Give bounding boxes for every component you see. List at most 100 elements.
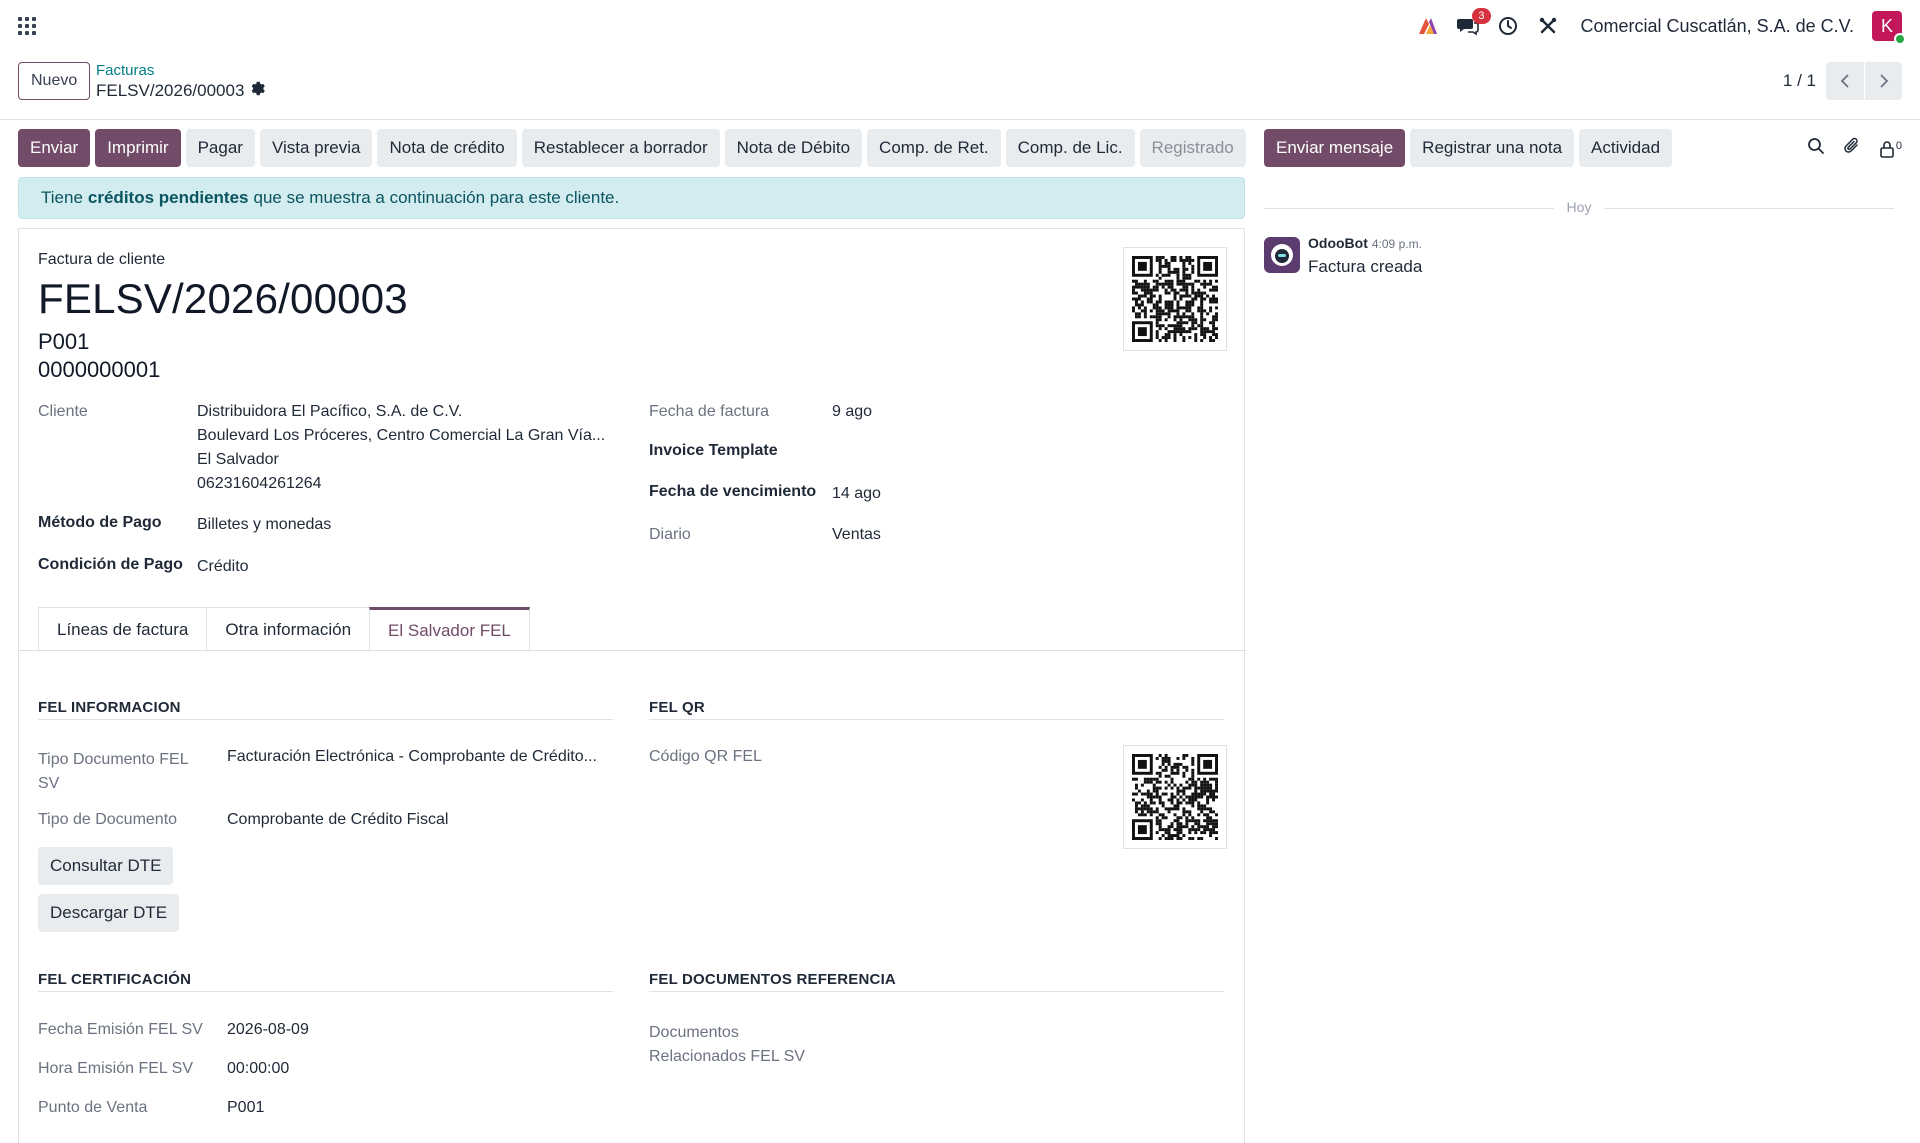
point-of-sale-field: Punto de Venta P001 — [38, 1099, 618, 1123]
notebook-tabs: Líneas de factura Otra información El Sa… — [38, 607, 530, 652]
journal-label: Diario — [649, 526, 691, 543]
send-button[interactable]: Enviar — [18, 129, 91, 167]
alert-suffix: que se muestra a continuación para este … — [253, 188, 620, 207]
new-button[interactable]: Nuevo — [18, 62, 91, 100]
message-body: Factura creada — [1308, 257, 1423, 276]
customer-country: El Salvador — [197, 451, 279, 468]
emission-date-value[interactable]: 2026-08-09 — [227, 1021, 309, 1039]
fel-qr-code — [1123, 745, 1227, 849]
breadcrumb: Facturas FELSV/2026/00003 — [96, 62, 266, 101]
emission-time-value[interactable]: 00:00:00 — [227, 1060, 289, 1078]
emission-time-label: Hora Emisión FEL SV — [38, 1060, 194, 1077]
fel-qr-field: Código QR FEL — [649, 748, 849, 772]
tab-other-info[interactable]: Otra información — [206, 607, 371, 652]
journal-value[interactable]: Ventas — [832, 526, 881, 544]
payment-method-value[interactable]: Billetes y monedas — [197, 516, 331, 534]
invoice-number: FELSV/2026/00003 — [38, 275, 408, 322]
today-rule-right — [1604, 208, 1894, 209]
debit-note-button[interactable]: Nota de Débito — [724, 129, 863, 167]
outstanding-credits-alert: Tiene créditos pendientes que se muestra… — [18, 177, 1245, 219]
record-pager: 1 / 1 — [1783, 62, 1902, 100]
consult-dte-button[interactable]: Consultar DTE — [38, 847, 174, 885]
invoice-date-field: Fecha de factura 9 ago — [649, 403, 1209, 427]
search-icon[interactable] — [1807, 137, 1825, 160]
activity-button[interactable]: Actividad — [1579, 129, 1673, 167]
breadcrumb-parent-link[interactable]: Facturas — [96, 62, 265, 79]
fel-doc-type-link[interactable]: Facturación Electrónica - Comprobante de… — [227, 748, 597, 766]
tab-el-salvador-fel[interactable]: El Salvador FEL — [369, 607, 530, 652]
alert-credits-link[interactable]: créditos pendientes — [88, 188, 249, 208]
form-statusbar: Enviar Imprimir Pagar Vista previa Nota … — [18, 129, 1246, 167]
payment-condition-label: Condición de Pago — [38, 556, 183, 573]
customer-field: Cliente Distribuidora El Pacífico, S.A. … — [38, 403, 638, 503]
company-switcher[interactable]: Comercial Cuscatlán, S.A. de C.V. — [1581, 16, 1854, 37]
breadcrumb-current-label: FELSV/2026/00003 — [96, 81, 245, 100]
customer-address: Boulevard Los Próceres, Centro Comercial… — [197, 427, 606, 444]
payment-method-label: Método de Pago — [38, 514, 162, 531]
gear-icon[interactable] — [250, 81, 266, 101]
invoice-title-block: Factura de cliente FELSV/2026/00003 P001… — [38, 251, 408, 383]
tab-invoice-lines[interactable]: Líneas de factura — [38, 607, 208, 652]
send-message-button[interactable]: Enviar mensaje — [1264, 129, 1406, 167]
payment-condition-field: Condición de Pago Crédito — [38, 556, 638, 580]
point-of-sale-label: Punto de Venta — [38, 1099, 148, 1116]
payment-method-field: Método de Pago Billetes y monedas — [38, 514, 638, 538]
activity-clock-icon[interactable] — [1497, 15, 1519, 37]
fel-info-section-title: FEL INFORMACION — [38, 699, 181, 716]
fel-doc-type-field: Tipo Documento FEL SV Facturación Electr… — [38, 748, 618, 794]
form-sheet: Factura de cliente FELSV/2026/00003 P001… — [18, 228, 1246, 1143]
pager-value[interactable]: 1 / 1 — [1783, 71, 1816, 91]
top-navbar: 3 Comercial Cuscatlán, S.A. de C.V. K — [0, 0, 1920, 52]
debug-tools-icon[interactable] — [1537, 15, 1559, 37]
fel-certification-section-title: FEL CERTIFICACIÓN — [38, 971, 192, 988]
alert-prefix: Tiene — [41, 188, 83, 207]
fel-info-divider — [38, 719, 613, 720]
emission-date-field: Fecha Emisión FEL SV 2026-08-09 — [38, 1021, 618, 1045]
invoice-date-label: Fecha de factura — [649, 403, 770, 420]
customer-label: Cliente — [38, 403, 88, 420]
payment-condition-value[interactable]: Crédito — [197, 558, 249, 576]
assistant-icon[interactable] — [1417, 15, 1439, 37]
message-time: 4:09 p.m. — [1371, 237, 1422, 251]
pager-next-button[interactable] — [1864, 62, 1902, 100]
state-registered: Registrado — [1139, 129, 1246, 167]
download-dte-button[interactable]: Descargar DTE — [38, 894, 180, 932]
pos-code: P001 — [38, 329, 90, 354]
retention-voucher-button[interactable]: Comp. de Ret. — [867, 129, 1001, 167]
invoice-date-value[interactable]: 9 ago — [832, 403, 872, 421]
control-number: 0000000001 — [38, 357, 161, 382]
navbar-systray: 3 Comercial Cuscatlán, S.A. de C.V. K — [1417, 8, 1906, 45]
liquidation-voucher-button[interactable]: Comp. de Lic. — [1005, 129, 1135, 167]
point-of-sale-value[interactable]: P001 — [227, 1099, 264, 1117]
author-name[interactable]: OdooBot — [1308, 235, 1368, 251]
fel-qr-label: Código QR FEL — [649, 748, 762, 765]
document-type-label: Factura de cliente — [38, 251, 166, 268]
fel-qr-divider — [649, 719, 1224, 720]
today-separator: Hoy — [1264, 199, 1894, 217]
preview-button[interactable]: Vista previa — [259, 129, 373, 167]
doc-type-label: Tipo de Documento — [38, 811, 178, 828]
user-avatar[interactable]: K — [1872, 11, 1906, 45]
messages-icon[interactable]: 3 — [1456, 8, 1491, 37]
print-button[interactable]: Imprimir — [95, 129, 181, 167]
doc-type-value[interactable]: Comprobante de Crédito Fiscal — [227, 811, 448, 829]
reset-to-draft-button[interactable]: Restablecer a borrador — [521, 129, 720, 167]
breadcrumb-current: FELSV/2026/00003 — [96, 81, 266, 101]
followers-lock-icon[interactable]: 0 — [1879, 140, 1902, 158]
chatter-actions: Enviar mensaje Registrar una nota Activi… — [1264, 129, 1673, 167]
pager-previous-button[interactable] — [1826, 62, 1864, 100]
chevron-left-icon — [1840, 74, 1849, 88]
emission-time-field: Hora Emisión FEL SV 00:00:00 — [38, 1060, 618, 1084]
qr-code-image — [1132, 256, 1218, 342]
customer-name-link[interactable]: Distribuidora El Pacífico, S.A. de C.V. — [197, 403, 462, 421]
odoobot-avatar[interactable] — [1264, 237, 1300, 273]
pay-button[interactable]: Pagar — [185, 129, 255, 167]
followers-count: 0 — [1895, 139, 1902, 152]
paperclip-icon[interactable] — [1843, 136, 1861, 161]
fel-references-section-title: FEL DOCUMENTOS REFERENCIA — [649, 971, 896, 988]
due-date-value[interactable]: 14 ago — [832, 485, 881, 503]
credit-note-button[interactable]: Nota de crédito — [377, 129, 517, 167]
log-note-button[interactable]: Registrar una nota — [1410, 129, 1575, 167]
fel-qr-section-title: FEL QR — [649, 699, 705, 716]
apps-menu-icon[interactable] — [18, 17, 36, 35]
